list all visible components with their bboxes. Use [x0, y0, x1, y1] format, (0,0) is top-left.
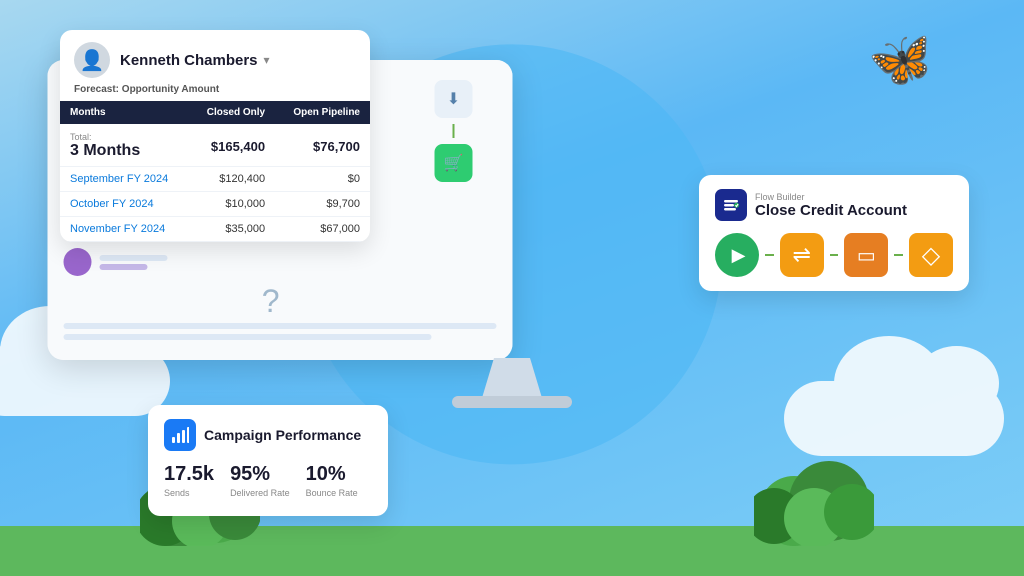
table-row: October FY 2024 $10,000 $9,700 [60, 192, 370, 217]
campaign-card: Campaign Performance 17.5k Sends 95% Del… [148, 405, 388, 516]
flow-connector-1 [765, 254, 774, 256]
closed-amount: $10,000 [189, 192, 275, 217]
flow-connector-2 [830, 254, 839, 256]
cloud-right [784, 381, 1004, 456]
flow-builder-title: Close Credit Account [755, 202, 907, 219]
person-name: Kenneth Chambers [120, 52, 258, 69]
flow-connector-3 [894, 254, 903, 256]
flow-step-settings: ⇌ [780, 233, 824, 277]
open-amount: $67,000 [275, 217, 370, 242]
person-avatar: 👤 [74, 42, 110, 78]
stat-delivered: 95% Delivered Rate [230, 463, 290, 498]
list-item [64, 248, 224, 276]
campaign-stats: 17.5k Sends 95% Delivered Rate 10% Bounc… [164, 463, 372, 498]
avatar [64, 248, 92, 276]
col-closed: Closed Only [189, 101, 275, 124]
campaign-title: Campaign Performance [204, 427, 361, 443]
col-open: Open Pipeline [275, 101, 370, 124]
flow-builder-card: Flow Builder Close Credit Account ▶ ⇌ ▭ … [699, 175, 969, 291]
forecast-subtitle: Forecast: Opportunity Amount [60, 84, 370, 101]
stat-label-delivered: Delivered Rate [230, 488, 290, 498]
stat-label-sends: Sends [164, 488, 214, 498]
flow-step-diamond: ◇ [909, 233, 953, 277]
cart-icon-box: 🛒 [435, 144, 473, 182]
open-amount: $0 [275, 167, 370, 192]
total-row: Total: 3 Months $165,400 $76,700 [60, 124, 370, 167]
stat-value-bounce: 10% [306, 463, 358, 486]
total-period: 3 Months [70, 142, 140, 159]
stat-value-delivered: 95% [230, 463, 290, 486]
flow-builder-label: Flow Builder [755, 192, 907, 202]
table-row: November FY 2024 $35,000 $67,000 [60, 217, 370, 242]
forecast-header: 👤 Kenneth Chambers ▾ [60, 30, 370, 84]
month-link[interactable]: October FY 2024 [70, 198, 154, 210]
table-row: September FY 2024 $120,400 $0 [60, 167, 370, 192]
stat-label-bounce: Bounce Rate [306, 488, 358, 498]
forecast-table: Months Closed Only Open Pipeline Total: … [60, 101, 370, 242]
stat-sends: 17.5k Sends [164, 463, 214, 498]
total-closed: $165,400 [211, 139, 265, 154]
flow-builder-icon [715, 189, 747, 221]
stat-value-sends: 17.5k [164, 463, 214, 486]
flow-step-play: ▶ [715, 233, 759, 277]
total-open: $76,700 [313, 139, 360, 154]
question-mark: ? [262, 283, 280, 320]
month-link[interactable]: November FY 2024 [70, 223, 165, 235]
forecast-card: 👤 Kenneth Chambers ▾ Forecast: Opportuni… [60, 30, 370, 242]
total-label: Total: [70, 132, 179, 142]
download-icon-box: ⬇ [435, 80, 473, 118]
closed-amount: $35,000 [189, 217, 275, 242]
campaign-icon [164, 419, 196, 451]
butterfly: 🦋 [864, 25, 938, 96]
flow-card-header: Flow Builder Close Credit Account [715, 189, 953, 221]
closed-amount: $120,400 [189, 167, 275, 192]
flow-steps: ▶ ⇌ ▭ ◇ [715, 233, 953, 277]
stat-bounce: 10% Bounce Rate [306, 463, 358, 498]
bush-right [754, 446, 874, 546]
flow-connector-vertical [453, 124, 455, 138]
flow-step-screen: ▭ [844, 233, 888, 277]
monitor-base [452, 396, 572, 408]
dropdown-arrow-icon[interactable]: ▾ [264, 53, 270, 67]
col-months: Months [60, 101, 189, 124]
open-amount: $9,700 [275, 192, 370, 217]
campaign-header: Campaign Performance [164, 419, 372, 451]
month-link[interactable]: September FY 2024 [70, 173, 168, 185]
